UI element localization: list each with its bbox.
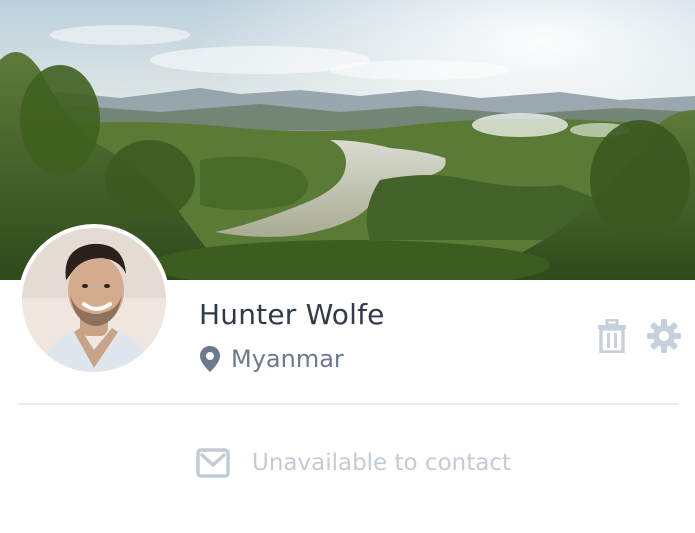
gear-icon <box>647 319 681 353</box>
trash-icon <box>598 319 626 353</box>
location-pin-icon <box>199 345 221 373</box>
avatar[interactable] <box>18 224 170 376</box>
profile-name: Hunter Wolfe <box>199 298 385 331</box>
contact-status-label: Unavailable to contact <box>251 450 511 476</box>
settings-button[interactable] <box>647 318 681 354</box>
divider <box>18 403 679 405</box>
profile-location: Myanmar <box>199 343 344 375</box>
profile-card: Hunter Wolfe Myanmar Unavailable to cont… <box>0 0 695 533</box>
delete-button[interactable] <box>595 318 629 354</box>
profile-actions <box>595 318 681 354</box>
mail-icon <box>196 448 230 478</box>
avatar-photo <box>22 228 166 372</box>
contact-status: Unavailable to contact <box>0 448 695 478</box>
location-label: Myanmar <box>231 345 344 373</box>
